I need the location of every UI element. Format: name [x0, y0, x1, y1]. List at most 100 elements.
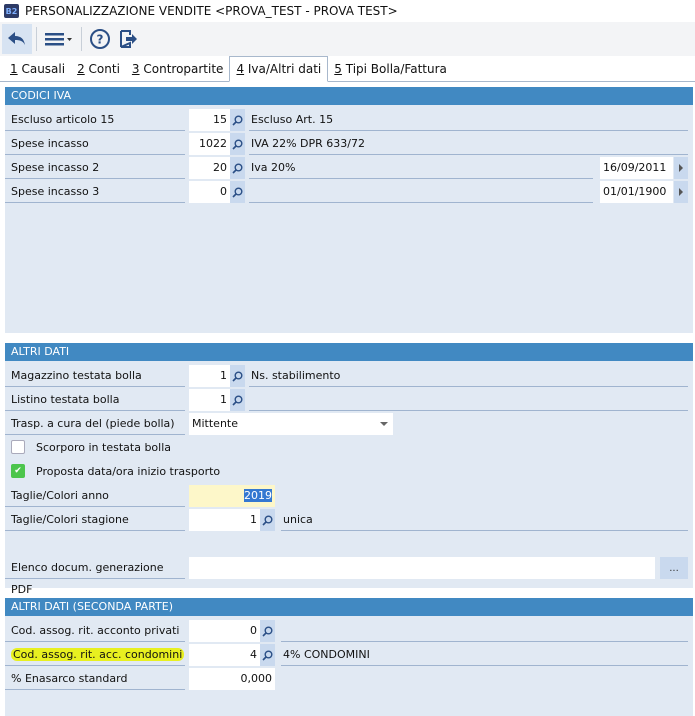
checkbox-label: Proposta data/ora inizio trasporto	[36, 465, 221, 478]
description-field	[249, 181, 593, 203]
window-title: PERSONALIZZAZIONE VENDITE <PROVA_TEST - …	[25, 4, 398, 18]
value-input[interactable]: 1	[189, 509, 260, 531]
field-label-text: Taglie/Colori anno	[11, 489, 109, 502]
value-input[interactable]: 0,000	[189, 668, 275, 690]
tab-shortcut-key: 3	[131, 62, 140, 76]
field-label-text: Taglie/Colori stagione	[11, 513, 129, 526]
field-label: Escluso articolo 15	[5, 109, 185, 131]
toolbar-divider	[81, 27, 82, 51]
tab-5[interactable]: 5 Tipi Bolla/Fattura	[328, 57, 453, 81]
section-header: ALTRI DATI (SECONDA PARTE)	[5, 598, 693, 616]
field-label-text: Cod. assog. rit. acc. condomini	[11, 648, 185, 661]
date-input[interactable]: 16/09/2011	[600, 157, 673, 179]
triangle-right	[679, 188, 683, 196]
field-label: Taglie/Colori stagione	[5, 509, 185, 531]
browse-button[interactable]: ...	[660, 557, 688, 579]
pdf-row: Elenco docum. generazione PDF...	[5, 557, 693, 596]
field-label: Taglie/Colori anno	[5, 485, 185, 507]
field-label: Listino testata bolla	[5, 389, 185, 411]
altri-dati-panel: ALTRI DATI Magazzino testata bolla 1 Ns. s…	[5, 343, 693, 596]
search-icon[interactable]	[230, 365, 245, 387]
description-field: unica	[281, 509, 688, 531]
description-field	[281, 620, 688, 642]
chevron-down-icon[interactable]	[380, 422, 388, 435]
tab-1[interactable]: 1 Causali	[4, 57, 71, 81]
privati-row: Cod. assog. rit. acconto privati 0	[5, 620, 693, 642]
field-label-text: Spese incasso 2	[11, 161, 100, 174]
field-label: Magazzino testata bolla	[5, 365, 185, 387]
search-icon[interactable]	[230, 133, 245, 155]
value-input[interactable]: 1022	[189, 133, 230, 155]
field-label: Trasp. a cura del (piede bolla)	[5, 413, 185, 435]
tab-label: Causali	[17, 62, 66, 76]
date-input[interactable]: 01/01/1900	[600, 181, 673, 203]
tab-label: Tipi Bolla/Fattura	[341, 62, 447, 76]
anno-input[interactable]: 2019	[189, 485, 275, 507]
section-header: ALTRI DATI	[5, 343, 693, 361]
stagione-row: Taglie/Colori stagione 1 unica	[5, 509, 693, 531]
svg-text:?: ?	[97, 33, 104, 47]
tab-4[interactable]: 4 Iva/Altri dati	[229, 56, 329, 82]
search-icon[interactable]	[230, 181, 245, 203]
description-field	[249, 389, 688, 411]
search-icon[interactable]	[230, 109, 245, 131]
trasporto-row: Trasp. a cura del (piede bolla) Mittente	[5, 413, 693, 435]
tab-label: Conti	[84, 62, 120, 76]
tab-shortcut-key: 2	[77, 62, 85, 76]
triangle-down	[380, 422, 388, 435]
scorporo-row: Scorporo in testata bolla	[5, 437, 693, 459]
field-label-text: Escluso articolo 15	[11, 113, 115, 126]
altri-dati-seconda-parte-panel: ALTRI DATI (SECONDA PARTE) Cod. assog. r…	[5, 598, 693, 716]
field-label-text: Elenco docum. generazione PDF	[11, 561, 164, 596]
listino-row: Listino testata bolla 1	[5, 389, 693, 411]
pdf-input[interactable]	[189, 557, 655, 579]
toolbar-divider	[36, 27, 37, 51]
triangle-right	[679, 164, 683, 172]
field-label: Cod. assog. rit. acconto privati	[5, 620, 185, 642]
tab-label: Iva/Altri dati	[244, 62, 322, 76]
value-input[interactable]: 1	[189, 389, 230, 411]
checkbox-label: Scorporo in testata bolla	[36, 441, 172, 454]
search-icon[interactable]	[260, 620, 275, 642]
title-bar: B2 PERSONALIZZAZIONE VENDITE <PROVA_TEST…	[0, 0, 695, 22]
field-label: Cod. assog. rit. acc. condomini	[5, 644, 185, 666]
field-label-text: % Enasarco standard	[11, 672, 128, 685]
exit-icon[interactable]	[114, 24, 142, 54]
value-input[interactable]: 4	[189, 644, 260, 666]
search-icon[interactable]	[260, 644, 275, 666]
proposta-row: ✔ Proposta data/ora inizio trasporto	[5, 461, 693, 483]
trasporto-select[interactable]: Mittente	[189, 413, 393, 435]
tab-label: Contropartite	[139, 62, 224, 76]
description-field: Ns. stabilimento	[249, 365, 688, 387]
selected-value: Mittente	[192, 417, 238, 430]
undo-arrow-icon[interactable]	[2, 24, 32, 54]
field-label: % Enasarco standard	[5, 668, 185, 690]
tab-3[interactable]: 3 Contropartite	[126, 57, 230, 81]
value-input[interactable]: 20	[189, 157, 230, 179]
arrow-right-icon[interactable]	[674, 157, 688, 179]
menu-icon[interactable]	[41, 24, 77, 54]
description-field: Escluso Art. 15	[249, 109, 688, 131]
tab-shortcut-key: 5	[334, 62, 342, 76]
arrow-right-icon[interactable]	[674, 181, 688, 203]
value-input[interactable]: 0	[189, 181, 230, 203]
iva-row: Escluso articolo 15 15 Escluso Art. 15	[5, 109, 693, 131]
field-label: Spese incasso 3	[5, 181, 185, 203]
value-input[interactable]: 15	[189, 109, 230, 131]
iva-row: Spese incasso 1022 IVA 22% DPR 633/72	[5, 133, 693, 155]
scorporo-checkbox[interactable]	[11, 440, 25, 454]
field-label: Elenco docum. generazione PDF	[5, 557, 185, 596]
field-label-text: Trasp. a cura del (piede bolla)	[11, 417, 175, 430]
help-icon[interactable]: ?	[86, 24, 114, 54]
value-input[interactable]: 1	[189, 365, 230, 387]
enasarco-row: % Enasarco standard 0,000	[5, 668, 693, 690]
description-field: IVA 22% DPR 633/72	[249, 133, 688, 155]
search-icon[interactable]	[260, 509, 275, 531]
search-icon[interactable]	[230, 389, 245, 411]
condomini-row: Cod. assog. rit. acc. condomini 4 4% CONDO…	[5, 644, 693, 666]
field-label-text: Listino testata bolla	[11, 393, 120, 406]
value-input[interactable]: 0	[189, 620, 260, 642]
proposta-checkbox[interactable]: ✔	[11, 464, 25, 478]
tab-2[interactable]: 2 Conti	[71, 57, 126, 81]
search-icon[interactable]	[230, 157, 245, 179]
